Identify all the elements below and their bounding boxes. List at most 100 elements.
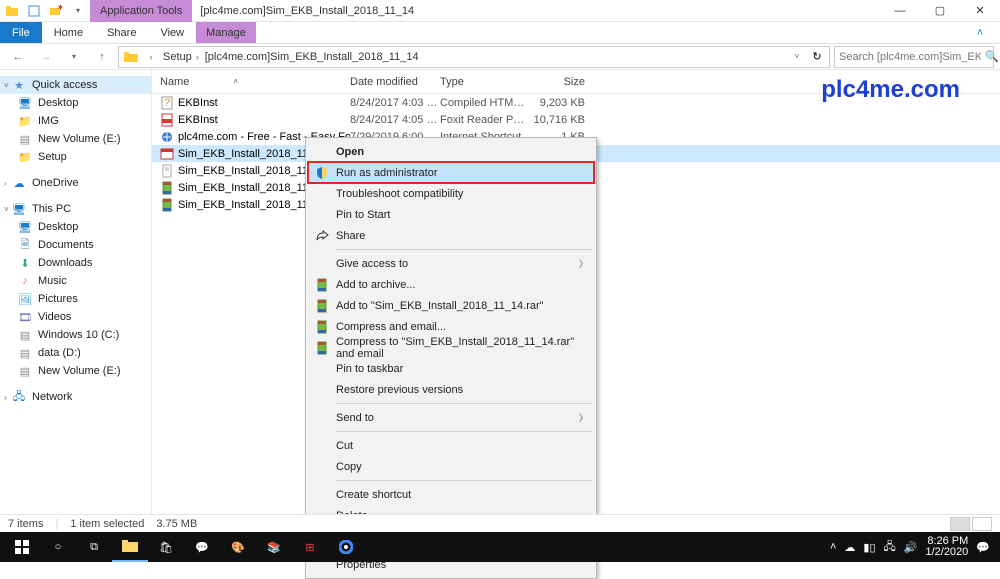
nav-drive-e[interactable]: ▤New Volume (E:)	[0, 362, 151, 380]
maximize-button[interactable]: ▢	[920, 0, 960, 22]
col-type[interactable]: Type	[440, 76, 525, 88]
forward-button[interactable]: →	[34, 46, 58, 68]
nav-img[interactable]: 📁IMG	[0, 112, 151, 130]
qat-dropdown-icon[interactable]: ▾	[68, 1, 88, 21]
address-dropdown-icon[interactable]: ˅	[789, 49, 805, 65]
tab-file[interactable]: File	[0, 22, 42, 43]
status-count: 7 items	[8, 518, 43, 530]
file-icon	[160, 147, 174, 161]
col-name[interactable]: Name˄	[160, 76, 350, 88]
file-icon	[160, 164, 174, 178]
notifications-icon[interactable]: 💬	[976, 541, 990, 554]
minimize-button[interactable]: —	[880, 0, 920, 22]
qat-properties-icon[interactable]	[24, 1, 44, 21]
ctx-share[interactable]: Share	[308, 225, 594, 246]
search-input[interactable]: 🔍	[834, 46, 994, 68]
ctx-give-access-to[interactable]: Give access to〉	[308, 253, 594, 274]
store-icon[interactable]: 🛍	[148, 532, 184, 562]
ctx-send-to[interactable]: Send to〉	[308, 407, 594, 428]
tray-onedrive-icon[interactable]: ☁	[844, 541, 855, 554]
view-details-button[interactable]	[950, 517, 970, 531]
refresh-icon[interactable]: ↻	[809, 49, 825, 65]
nav-network[interactable]: ›🖧Network	[0, 388, 151, 406]
cloud-icon: ☁	[12, 176, 26, 190]
clock[interactable]: 8:26 PM1/2/2020	[925, 536, 968, 558]
tray-battery-icon[interactable]: ▮▯	[863, 541, 875, 554]
nav-pc-desktop[interactable]: 🖥Desktop	[0, 218, 151, 236]
ctx-compress-and-email-[interactable]: Compress and email...	[308, 316, 594, 337]
nav-this-pc[interactable]: ˅🖥This PC	[0, 200, 151, 218]
watermark: plc4me.com	[821, 76, 960, 104]
back-button[interactable]: ←	[6, 46, 30, 68]
ctx-cut[interactable]: Cut	[308, 435, 594, 456]
sort-asc-icon: ˄	[233, 77, 238, 86]
qat-new-folder-icon[interactable]: ✶	[46, 1, 66, 21]
cortana-icon[interactable]: ○	[40, 532, 76, 562]
file-row[interactable]: EKBInst8/24/2017 4:05 PMFoxit Reader PDF…	[152, 111, 1000, 128]
ribbon-expand-icon[interactable]: ˄	[960, 22, 1000, 43]
ctx-open[interactable]: Open	[308, 141, 594, 162]
chevron-right-icon[interactable]: ›	[143, 49, 159, 65]
search-icon: 🔍	[985, 50, 999, 63]
tray-expand-icon[interactable]: ˄	[830, 541, 836, 553]
tab-share[interactable]: Share	[95, 22, 148, 43]
ctx-run-as-administrator[interactable]: Run as administrator	[308, 162, 594, 183]
nav-documents[interactable]: 🗎Documents	[0, 236, 151, 254]
rar-icon	[314, 277, 330, 293]
view-icons-button[interactable]	[972, 517, 992, 531]
context-tab-app-tools[interactable]: Application Tools	[90, 0, 192, 22]
nav-onedrive[interactable]: ›☁OneDrive	[0, 174, 151, 192]
nav-desktop[interactable]: 🖥Desktop	[0, 94, 151, 112]
file-icon	[160, 198, 174, 212]
snip-icon[interactable]: 📚	[256, 532, 292, 562]
ctx-pin-to-taskbar[interactable]: Pin to taskbar	[308, 358, 594, 379]
status-bar: 7 items | 1 item selected 3.75 MB	[0, 514, 1000, 532]
crumb-1[interactable]: [plc4me.com]Sim_EKB_Install_2018_11_14	[205, 51, 419, 63]
app1-icon[interactable]: ⊞	[292, 532, 328, 562]
nav-quick-access[interactable]: ˅★Quick access	[0, 76, 151, 94]
pc-icon: 🖥	[12, 202, 26, 216]
address-bar: ← → ▾ ↑ › Setup› [plc4me.com]Sim_EKB_Ins…	[0, 44, 1000, 70]
nav-downloads[interactable]: ⬇Downloads	[0, 254, 151, 272]
ctx-troubleshoot-compatibility[interactable]: Troubleshoot compatibility	[308, 183, 594, 204]
nav-new-volume[interactable]: ▤New Volume (E:)	[0, 130, 151, 148]
col-date[interactable]: Date modified	[350, 76, 440, 88]
recent-dropdown-icon[interactable]: ▾	[62, 46, 86, 68]
ctx-restore-previous-versions[interactable]: Restore previous versions	[308, 379, 594, 400]
nav-videos[interactable]: 🎞Videos	[0, 308, 151, 326]
col-size[interactable]: Size	[525, 76, 595, 88]
ctx-copy[interactable]: Copy	[308, 456, 594, 477]
titlebar: ✶ ▾ Application Tools [plc4me.com]Sim_EK…	[0, 0, 1000, 22]
downloads-icon: ⬇	[18, 256, 32, 270]
ctx-pin-to-start[interactable]: Pin to Start	[308, 204, 594, 225]
taskview-icon[interactable]: ⧉	[76, 532, 112, 562]
up-button[interactable]: ↑	[90, 46, 114, 68]
breadcrumb[interactable]: › Setup› [plc4me.com]Sim_EKB_Install_201…	[118, 46, 830, 68]
nav-music[interactable]: ♪Music	[0, 272, 151, 290]
chrome-icon[interactable]	[328, 532, 364, 562]
nav-drive-c[interactable]: ▤Windows 10 (C:)	[0, 326, 151, 344]
paint-icon[interactable]: 🎨	[220, 532, 256, 562]
nav-setup[interactable]: 📁Setup	[0, 148, 151, 166]
close-button[interactable]: ✕	[960, 0, 1000, 22]
tray-volume-icon[interactable]: 🔊	[904, 541, 918, 554]
ctx-create-shortcut[interactable]: Create shortcut	[308, 484, 594, 505]
ctx-add-to-sim-ekb-install-rar-[interactable]: Add to "Sim_EKB_Install_2018_11_14.rar"	[308, 295, 594, 316]
nav-drive-d[interactable]: ▤data (D:)	[0, 344, 151, 362]
tab-view[interactable]: View	[148, 22, 196, 43]
tab-manage[interactable]: Manage	[196, 22, 256, 43]
network-icon: 🖧	[12, 390, 26, 404]
shield-icon	[314, 165, 330, 181]
share-icon	[314, 228, 330, 244]
start-button[interactable]	[4, 532, 40, 562]
file-icon	[160, 130, 174, 144]
nav-pictures[interactable]: 🖼Pictures	[0, 290, 151, 308]
mail-icon[interactable]: 💬	[184, 532, 220, 562]
tab-home[interactable]: Home	[42, 22, 95, 43]
tray-network-icon[interactable]: 🖧	[884, 538, 896, 557]
taskbar: ○ ⧉ 🛍 💬 🎨 📚 ⊞ ˄ ☁ ▮▯ 🖧 🔊 8:26 PM1/2/2020…	[0, 532, 1000, 562]
ctx-add-to-archive-[interactable]: Add to archive...	[308, 274, 594, 295]
crumb-0[interactable]: Setup›	[163, 51, 201, 63]
explorer-icon[interactable]	[112, 532, 148, 562]
ctx-compress-to-sim-ekb-install-rar-and-email[interactable]: Compress to "Sim_EKB_Install_2018_11_14.…	[308, 337, 594, 358]
